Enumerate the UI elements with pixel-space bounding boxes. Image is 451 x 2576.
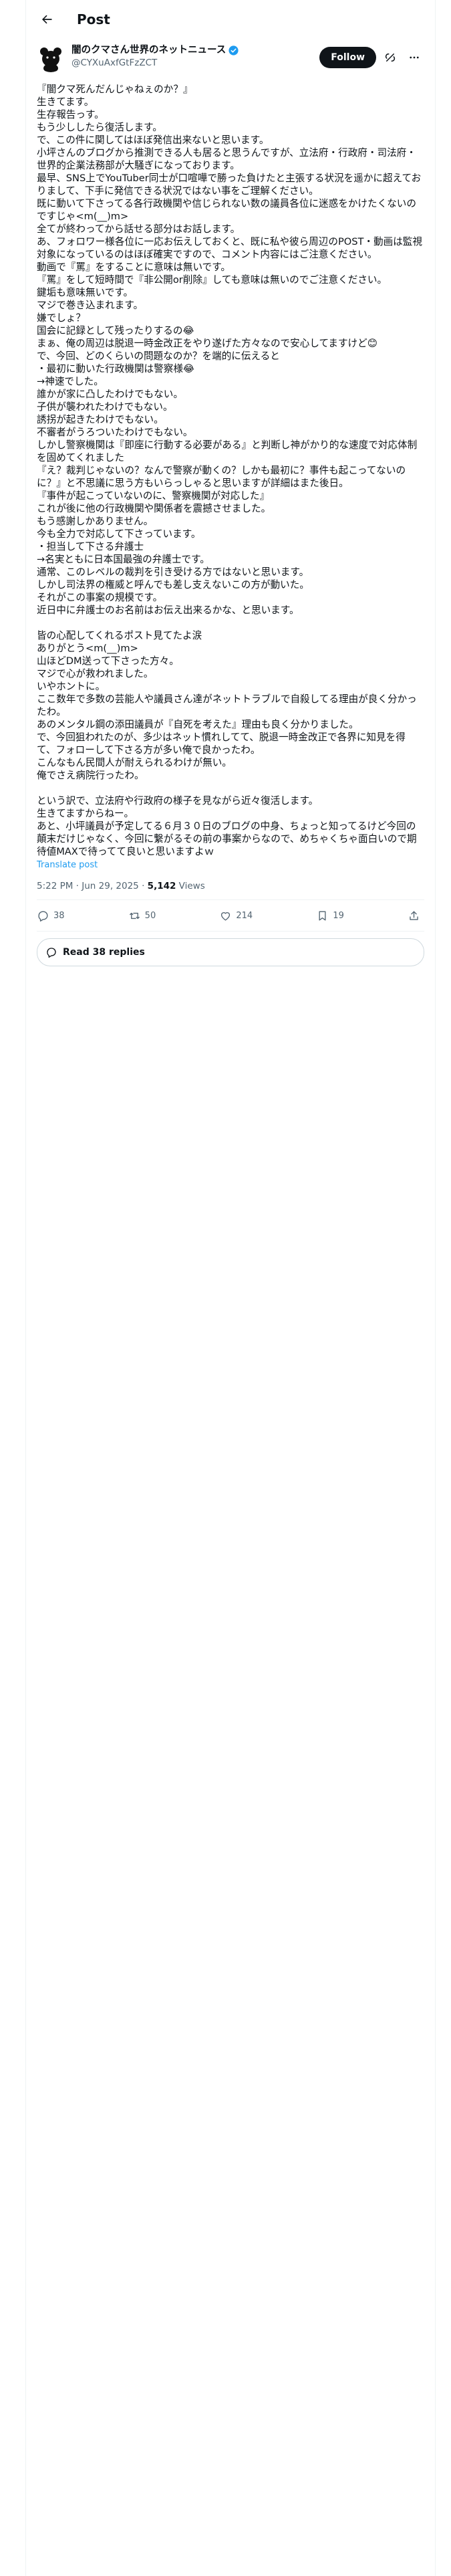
post-text-line: 動画で『罵』をすることに意味は無いです。: [37, 261, 231, 273]
like-button[interactable]: 214: [219, 909, 253, 922]
post-text-line: あ、フォロワー様各位に一応お伝えしておくと、既に私や彼ら周辺のPOST・動画は監…: [37, 236, 422, 260]
post-text-line: もう少ししたら復活します。: [37, 122, 162, 133]
page-title: Post: [77, 11, 110, 27]
post-text-line: いやホントに。: [37, 681, 106, 692]
post-text-line: 『え？裁判じゃないの？なんで警察が動くの？しかも最初に？事件も起こってないのに？…: [37, 465, 406, 489]
post-text-line: [37, 617, 424, 629]
post-text-line: 通常、このレベルの裁判を引き受ける方ではないと思います。: [37, 566, 309, 578]
post-text-line: 不審者がうろついたわけでもない。: [37, 427, 193, 438]
post-text-line: 誘拐が起きたわけでもない。: [37, 414, 164, 425]
post-text-line: [37, 782, 424, 794]
display-name[interactable]: 闇のクマさん世界のネットニュース: [71, 44, 226, 57]
action-bar: 38 50 214 19: [37, 900, 424, 932]
meta-separator: ·: [142, 881, 148, 891]
bookmark-icon: [319, 910, 326, 921]
display-name-row[interactable]: 闇のクマさん世界のネットニュース: [71, 44, 319, 57]
post-text-line: ありがとう<m(__)m>: [37, 643, 138, 654]
views-label-text: Views: [178, 881, 205, 891]
post-timestamp[interactable]: 5:22 PM · Jun 29, 2025: [37, 881, 139, 891]
translate-post-link[interactable]: Translate post: [26, 858, 435, 871]
repost-icon: [129, 912, 140, 919]
post-text-line: 最早、SNS上でYouTuber同士が口喧嘩で勝った負けたと主張する状況を遥かに…: [37, 173, 422, 197]
follow-button[interactable]: Follow: [319, 47, 376, 68]
post-text-line: 鍵垢も意味無いです。: [37, 287, 134, 298]
post-text-line: 生きてますからねー。: [37, 808, 134, 819]
more-options-button[interactable]: [404, 46, 424, 69]
post-text-line: 近日中に弁護士のお名前はお伝え出来るかな、と思います。: [37, 605, 299, 616]
post-text-line: で、この件に関してはほぼ発信出来ないと思います。: [37, 134, 269, 146]
bookmark-count: 19: [333, 910, 344, 921]
repost-button[interactable]: 50: [128, 909, 156, 922]
post-text-line: →神速でした。: [37, 376, 104, 387]
post-text-line: これが後に他の行政機関や関係者を震撼させました。: [37, 503, 271, 514]
bear-avatar-icon: [40, 47, 61, 72]
reply-icon: [38, 910, 48, 922]
post-text-line: →名実ともに日本国最強の弁護士です。: [37, 554, 210, 565]
post-text-line: こんなもん民間人が耐えられるわけが無い。: [37, 757, 232, 768]
back-button[interactable]: [35, 8, 58, 31]
views-label: Views: [179, 881, 205, 891]
user-handle[interactable]: @CYXuAxfGtFzZCT: [71, 57, 319, 69]
post-text-line: マジで巻き込まれます。: [37, 300, 144, 311]
post-text-line: 全てが終わってから話せる部分はお話します。: [37, 223, 241, 235]
repost-count: 50: [144, 910, 156, 921]
share-button[interactable]: [408, 909, 424, 922]
post-text-line: 嫌でしょ？: [37, 312, 86, 324]
arrow-left-icon: [42, 15, 52, 24]
read-replies-button[interactable]: Read 38 replies: [37, 938, 424, 966]
post-text-line: 既に動いて下さってる各行政機関や信じられない数の議員各位に迷惑をかけたくないので…: [37, 198, 416, 222]
post-text-line: マジで心が救われました。: [37, 668, 154, 679]
verified-badge-icon: [228, 45, 239, 56]
post-text-line: 『事件が起こっていないのに、警察機関が対応した』: [37, 490, 270, 502]
post-text-line: しかし司法界の権威と呼んでも差し支えないこの方が動いた。: [37, 579, 309, 591]
bookmark-button[interactable]: 19: [316, 909, 344, 922]
post-text-line: 国会に記録として残ったりするの😂: [37, 325, 194, 336]
post-text-line: 俺でさえ病院行ったわ。: [37, 770, 144, 781]
post-text: 『闇クマ死んだんじゃねぇのか？』 生きてます。 生存報告っす。もう少ししたら復活しま…: [26, 79, 435, 858]
reply-count: 38: [53, 910, 65, 921]
reply-button[interactable]: 38: [37, 909, 65, 922]
post-text-line: 『罵』をして短時間で『非公開or削除』しても意味は無いのでご注意ください。: [37, 274, 388, 286]
author-names: 闇のクマさん世界のネットニュース @CYXuAxfGtFzZCT: [71, 44, 319, 69]
post-text-line: それがこの事案の規模です。: [37, 592, 163, 603]
post-text-line: ・最初に動いた行政機関は警察様😂: [37, 363, 194, 374]
post-text-line: 皆の心配してくれるポスト見てたよ涙: [37, 630, 202, 641]
top-header: Post: [26, 0, 435, 39]
post-text-line: 生きてます。: [37, 96, 94, 108]
post-text-line: あのメンタル鋼の添田議員が『自死を考えた』理由も良く分かりました。: [37, 719, 359, 730]
heart-icon: [221, 911, 231, 921]
page: Post 闇のクマさん世界のネットニュース @CYXuAxfGtFzZCT Fo…: [0, 0, 451, 2576]
post-text-line: あと、小坪議員が予定してる６月３０日のブログの中身、ちょっと知ってるけど今回の顛…: [37, 821, 417, 857]
post-text-line: ここ数年で多数の芸能人や議員さん達がネットトラブルで自殺してる理由が良く分かった…: [37, 693, 417, 718]
post-text-line: もう感謝しかありません。: [37, 516, 154, 527]
post-text-line: 小坪さんのブログから推測できる人も居ると思うんですが、立法府・行政府・司法府・世…: [37, 147, 416, 171]
author-row: 闇のクマさん世界のネットニュース @CYXuAxfGtFzZCT Follow: [26, 39, 435, 79]
post-text-line: 『闇クマ死んだんじゃねぇのか？』: [37, 84, 193, 95]
post-text-line: という訳で、立法府や行政府の様子を見ながら近々復活します。: [37, 795, 319, 807]
post-text-line: ・担当して下さる弁護士: [37, 541, 144, 552]
grok-button[interactable]: [380, 46, 400, 69]
post-text-line: まぁ、俺の周辺は脱退一時金改正をやり遂げた方々なので安心してますけど😊: [37, 338, 378, 349]
more-dots-icon: [410, 56, 419, 59]
post-text-line: 山ほどDM送って下さった方々。: [37, 655, 179, 667]
post-text-line: 子供が襲われたわけでもない。: [37, 401, 173, 413]
post-text-line: しかし警察機関は『即座に行動する必要がある』と判断し神がかり的な速度で対応体制を…: [37, 439, 418, 463]
views-count: 5,142: [147, 881, 176, 891]
like-count: 214: [236, 910, 253, 921]
reply-bubble-icon: [47, 948, 56, 958]
post-text-line: 生存報告っす。: [37, 109, 104, 120]
post-text-line: 誰かが家に凸したわけでもない。: [37, 389, 183, 400]
grok-icon: [385, 53, 396, 62]
post-text-line: で、今回狙われたのが、多少はネット慣れしてて、脱退一時金改正で各界に知見を得て、…: [37, 732, 406, 756]
post-column: Post 闇のクマさん世界のネットニュース @CYXuAxfGtFzZCT Fo…: [25, 0, 436, 2576]
post-meta: 5:22 PM · Jun 29, 2025 · 5,142 Views: [37, 871, 424, 900]
read-replies-label: Read 38 replies: [63, 947, 145, 958]
share-icon: [410, 910, 418, 920]
post-text-line: で、今回、どのくらいの問題なのか？を端的に伝えると: [37, 350, 280, 362]
avatar[interactable]: [37, 44, 65, 72]
post-text-line: 今も全力で対応して下さっています。: [37, 528, 201, 540]
